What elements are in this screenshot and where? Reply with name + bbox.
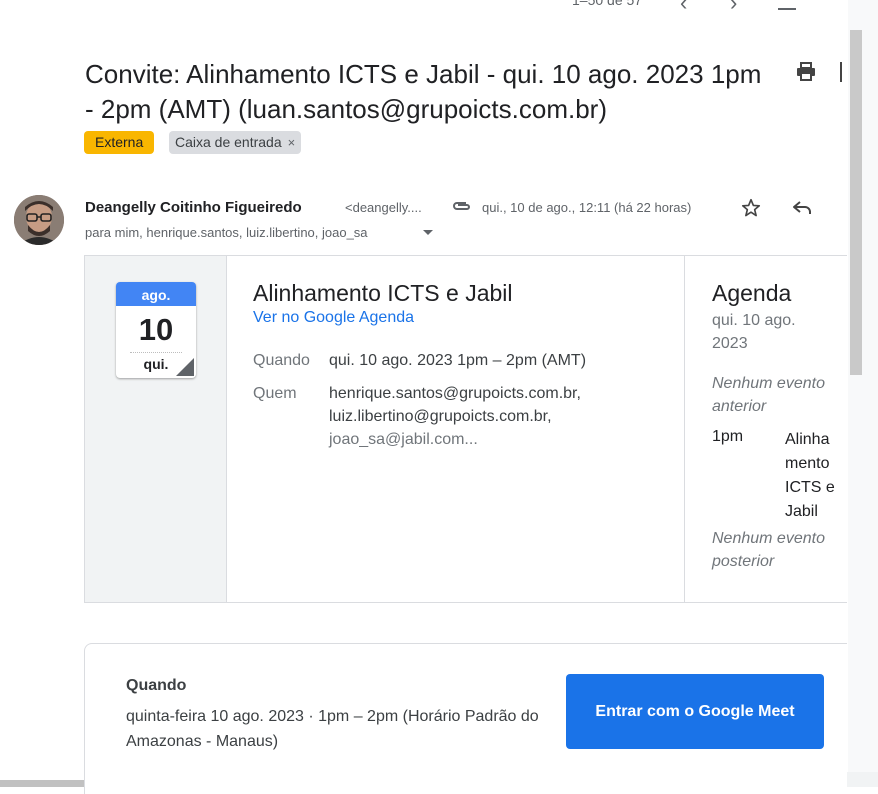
agenda-date: qui. 10 ago. 2023: [712, 309, 832, 355]
calendar-fold-icon: [176, 358, 194, 376]
agenda-title: Agenda: [712, 280, 792, 306]
details-when-text: quinta-feira 10 ago. 2023 · 1pm – 2pm (H…: [126, 708, 539, 750]
agenda-event[interactable]: Alinha mento ICTS e Jabil: [785, 428, 843, 524]
calendar-divider: [130, 352, 182, 353]
guest-2: luiz.libertino@grupoicts.com.br,: [329, 408, 552, 425]
calendar-day: 10: [138, 312, 174, 347]
agenda-date-line1: qui. 10 ago.: [712, 312, 796, 329]
invitation-card: ago. 10 qui. Alinhamento ICTS e Jabil Ve…: [84, 255, 847, 603]
guest-3: joao_sa@jabil.com...: [329, 431, 478, 448]
open-new-window-icon[interactable]: [840, 62, 846, 82]
label-inbox[interactable]: Caixa de entrada ×: [169, 131, 302, 154]
calendar-date-icon: ago. 10 qui.: [116, 282, 196, 378]
avatar[interactable]: [14, 195, 64, 245]
event-title: Alinhamento ICTS e Jabil: [253, 280, 513, 306]
meeting-details-card: Quando quinta-feira 10 ago. 2023 · 1pm –…: [84, 643, 847, 794]
sender-name[interactable]: Deangelly Coitinho Figueiredo: [85, 199, 302, 216]
agenda-no-next: Nenhum evento posterior: [712, 530, 825, 570]
agenda-panel: Agenda qui. 10 ago. 2023 Nenhum evento a…: [684, 256, 848, 602]
view-options-icon[interactable]: [778, 0, 796, 10]
agenda-event-line: Jabil: [785, 503, 818, 520]
who-label: Quem: [253, 385, 297, 402]
chevron-right-icon[interactable]: ›: [730, 0, 737, 16]
email-date: qui., 10 de ago., 12:11 (há 22 horas): [482, 200, 692, 215]
agenda-event-line: ICTS e: [785, 479, 835, 496]
show-details-icon[interactable]: [423, 230, 433, 235]
agenda-no-previous: Nenhum evento anterior: [712, 375, 825, 415]
sender-email: <deangelly....: [345, 200, 422, 215]
attachment-icon: [453, 202, 470, 210]
star-icon[interactable]: [740, 197, 762, 219]
agenda-event-time: 1pm: [712, 428, 744, 445]
guest-1: henrique.santos@grupoicts.com.br,: [329, 385, 581, 402]
print-icon[interactable]: [795, 62, 817, 82]
calendar-panel: ago. 10 qui.: [85, 256, 227, 602]
avatar-image: [14, 195, 64, 245]
agenda-event-line: Alinha: [785, 431, 830, 448]
when-value: qui. 10 ago. 2023 1pm – 2pm (AMT): [329, 352, 587, 369]
chevron-left-icon[interactable]: ‹: [680, 0, 687, 16]
remove-label-icon[interactable]: ×: [288, 135, 296, 150]
details-when-label: Quando: [126, 677, 187, 694]
recipients-list: para mim, henrique.santos, luiz.libertin…: [85, 225, 368, 240]
label-external[interactable]: Externa: [84, 131, 155, 154]
pager-count: 1–50 de 57: [572, 0, 643, 8]
label-inbox-text: Caixa de entrada: [175, 134, 282, 150]
agenda-date-line2: 2023: [712, 335, 748, 352]
email-subject: Convite: Alinhamento ICTS e Jabil - qui.…: [85, 59, 762, 124]
agenda-event-line: mento: [785, 455, 830, 472]
reply-icon[interactable]: [791, 198, 813, 218]
vertical-scrollbar[interactable]: [850, 30, 862, 375]
when-label: Quando: [253, 352, 310, 369]
join-meet-button[interactable]: Entrar com o Google Meet: [566, 674, 824, 749]
calendar-month: ago.: [116, 282, 196, 306]
view-in-calendar-link[interactable]: Ver no Google Agenda: [253, 309, 414, 327]
